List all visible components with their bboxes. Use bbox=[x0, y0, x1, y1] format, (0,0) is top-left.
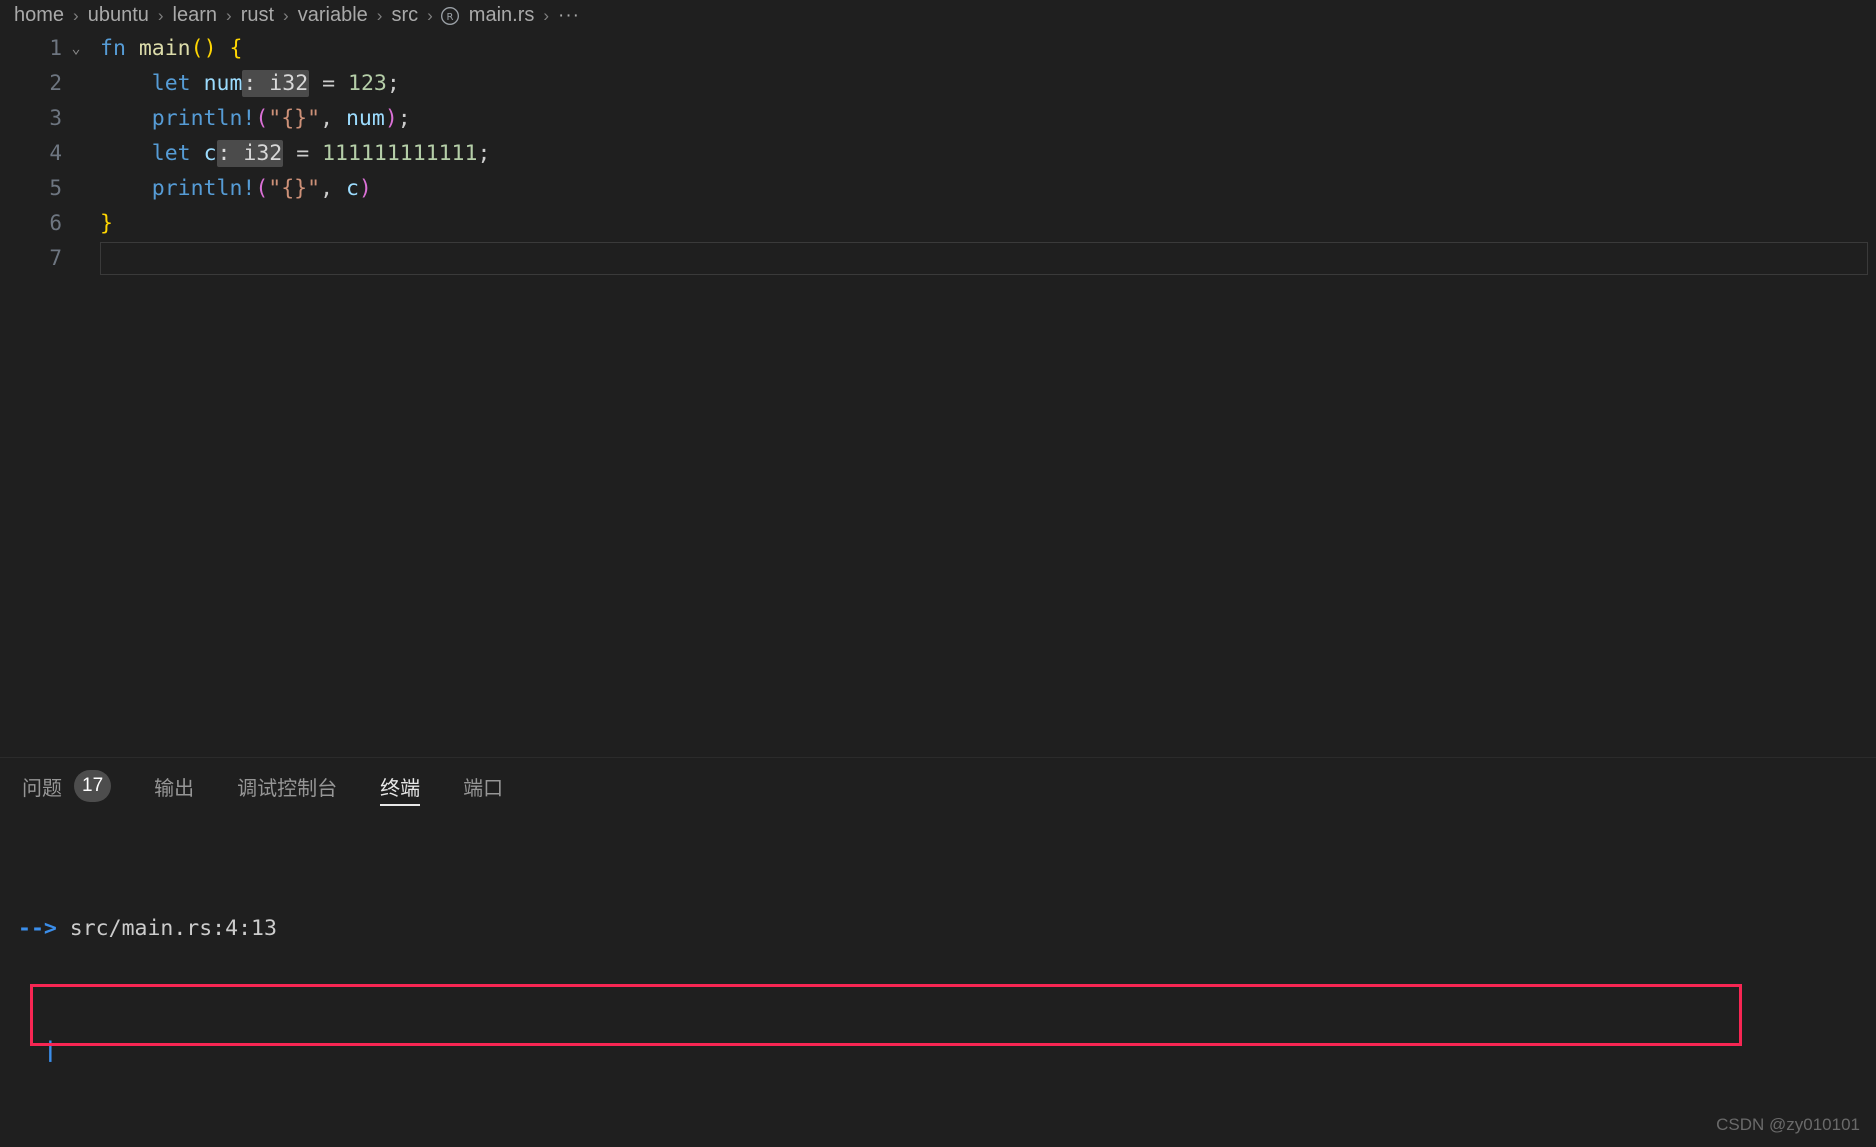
line-number: 6 bbox=[49, 211, 62, 235]
pipe-marker: | bbox=[43, 1037, 57, 1063]
active-line-highlight bbox=[100, 242, 1868, 275]
token-comma: , bbox=[320, 176, 346, 201]
token-variable-c: c bbox=[345, 176, 359, 201]
code-content: let c: i32 = 111111111111; bbox=[90, 136, 1876, 171]
tab-terminal[interactable]: 终端 bbox=[380, 758, 421, 814]
tab-ports[interactable]: 端口 bbox=[463, 758, 503, 814]
token-semicolon: ; bbox=[386, 71, 400, 96]
breadcrumb[interactable]: home › ubuntu › learn › rust › variable … bbox=[0, 0, 1876, 31]
breadcrumb-separator: › bbox=[376, 5, 383, 25]
token-semicolon: ; bbox=[477, 141, 491, 166]
code-line-5[interactable]: 5 println!("{}", c) bbox=[0, 171, 1876, 206]
token-equals: = bbox=[283, 141, 323, 166]
token-macro-println: println! bbox=[151, 106, 256, 131]
tab-label: 终端 bbox=[380, 777, 421, 800]
csdn-watermark: CSDN @zy010101 bbox=[1716, 1115, 1860, 1134]
code-editor[interactable]: 1 ⌄ fn main() { 2 let num: i32 = 123; 3 … bbox=[0, 31, 1876, 757]
breadcrumb-item-variable[interactable]: variable bbox=[296, 4, 370, 27]
token-brace: { bbox=[229, 36, 243, 61]
token-paren-open: ( bbox=[255, 176, 269, 201]
breadcrumb-item-learn[interactable]: learn bbox=[171, 4, 219, 27]
tab-output[interactable]: 输出 bbox=[154, 758, 194, 814]
panel-tab-bar: 问题 17 输出 调试控制台 终端 端口 bbox=[0, 758, 1876, 814]
code-line-3[interactable]: 3 println!("{}", num); bbox=[0, 101, 1876, 136]
terminal-line-pipe: | bbox=[18, 1036, 1876, 1067]
breadcrumb-separator: › bbox=[157, 5, 164, 25]
line-number: 3 bbox=[49, 106, 62, 130]
breadcrumb-separator: › bbox=[427, 5, 433, 25]
token-string: "{}" bbox=[268, 106, 321, 131]
breadcrumb-overflow-icon[interactable]: ··· bbox=[556, 5, 580, 27]
token-string: "{}" bbox=[268, 176, 321, 201]
code-line-7-active[interactable]: 7 bbox=[0, 241, 1876, 276]
terminal-output[interactable]: --> src/main.rs:4:13 | 4 | let c = 11111… bbox=[0, 814, 1876, 1147]
token-macro-println: println! bbox=[151, 176, 256, 201]
token-keyword: fn bbox=[100, 36, 126, 61]
code-content: } bbox=[90, 206, 1876, 241]
inlay-hint-type: : i32 bbox=[242, 70, 310, 97]
token-variable-c: c bbox=[203, 141, 217, 166]
breadcrumb-separator: › bbox=[226, 5, 232, 25]
bottom-panel: 问题 17 输出 调试控制台 终端 端口 --> src/main.rs:4:1… bbox=[0, 757, 1876, 1147]
rust-file-icon: R bbox=[440, 5, 461, 26]
code-content: let num: i32 = 123; bbox=[90, 66, 1876, 101]
breadcrumb-item-rust[interactable]: rust bbox=[239, 4, 276, 27]
inlay-hint-type: : i32 bbox=[216, 140, 284, 167]
breadcrumb-item-mainrs[interactable]: main.rs bbox=[467, 4, 537, 27]
code-line-4[interactable]: 4 let c: i32 = 111111111111; bbox=[0, 136, 1876, 171]
source-location: src/main.rs:4:13 bbox=[69, 915, 277, 941]
token-comma: , bbox=[320, 106, 346, 131]
breadcrumb-separator: › bbox=[543, 5, 550, 25]
tab-label: 输出 bbox=[154, 777, 195, 800]
code-content: println!("{}", num); bbox=[90, 101, 1876, 136]
token-number-literal: 111111111111 bbox=[322, 141, 478, 166]
breadcrumb-item-ubuntu[interactable]: ubuntu bbox=[86, 4, 151, 27]
line-number: 5 bbox=[49, 176, 62, 200]
line-number: 7 bbox=[49, 246, 62, 270]
token-paren-close: ) bbox=[384, 106, 398, 131]
tab-label: 问题 bbox=[22, 777, 62, 800]
token-keyword-let: let bbox=[151, 71, 191, 96]
breadcrumb-item-src[interactable]: src bbox=[389, 4, 420, 27]
line-number: 2 bbox=[49, 71, 62, 95]
code-content: fn main() { bbox=[90, 31, 1876, 66]
token-paren-open: ( bbox=[255, 106, 269, 131]
token-variable-num: num bbox=[203, 71, 243, 96]
tab-label: 端口 bbox=[463, 777, 504, 800]
code-content: println!("{}", c) bbox=[90, 171, 1876, 206]
token-variable-num: num bbox=[345, 106, 385, 131]
code-line-6[interactable]: 6 } bbox=[0, 206, 1876, 241]
fold-chevron-down-icon[interactable]: ⌄ bbox=[62, 31, 90, 66]
token-parens: () bbox=[190, 36, 217, 61]
tab-label: 调试控制台 bbox=[237, 777, 338, 800]
code-line-2[interactable]: 2 let num: i32 = 123; bbox=[0, 66, 1876, 101]
tab-debug-console[interactable]: 调试控制台 bbox=[237, 758, 337, 814]
token-paren-close: ) bbox=[358, 176, 372, 201]
breadcrumb-item-home[interactable]: home bbox=[12, 4, 66, 27]
token-keyword-let: let bbox=[151, 141, 191, 166]
breadcrumb-separator: › bbox=[73, 5, 79, 25]
line-number: 4 bbox=[49, 141, 62, 165]
token-brace-close: } bbox=[100, 211, 113, 236]
arrow-marker: --> bbox=[18, 915, 57, 941]
breadcrumb-separator: › bbox=[283, 5, 289, 25]
token-equals: = bbox=[309, 71, 348, 96]
line-number: 1 bbox=[49, 36, 62, 60]
terminal-line-location: --> src/main.rs:4:13 bbox=[18, 914, 1876, 945]
token-semicolon: ; bbox=[397, 106, 411, 131]
code-line-1[interactable]: 1 ⌄ fn main() { bbox=[0, 31, 1876, 66]
problems-count-badge: 17 bbox=[74, 770, 112, 802]
token-function-name: main bbox=[138, 36, 191, 61]
tab-problems[interactable]: 问题 17 bbox=[22, 758, 112, 814]
svg-text:R: R bbox=[447, 12, 454, 23]
vscode-window: home › ubuntu › learn › rust › variable … bbox=[0, 0, 1876, 1147]
token-number: 123 bbox=[348, 71, 387, 96]
